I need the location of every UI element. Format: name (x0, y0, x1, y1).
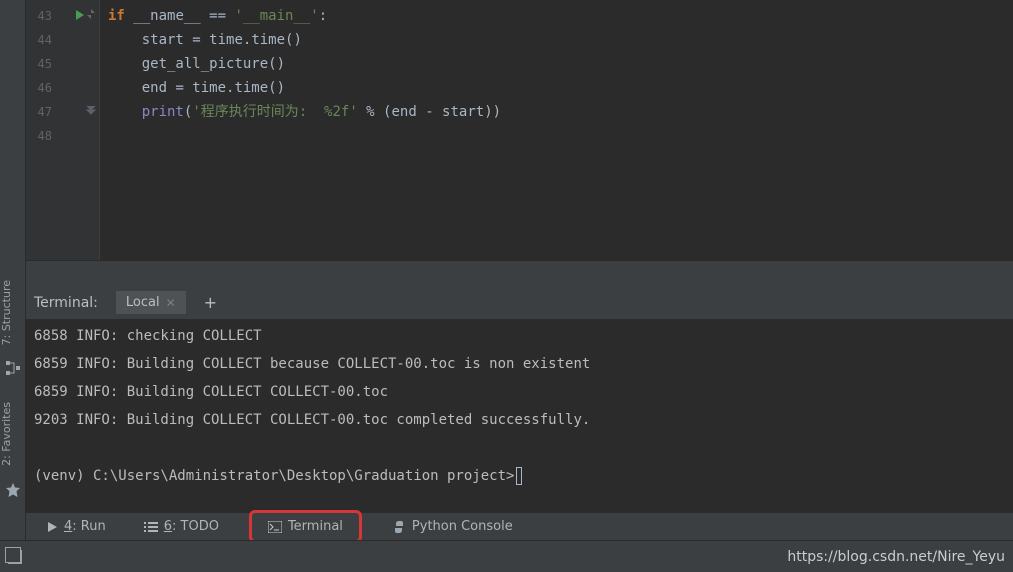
add-terminal-button[interactable]: + (204, 293, 217, 312)
line-number: 43 (26, 4, 60, 28)
structure-icon (5, 360, 21, 376)
code-line[interactable]: get_all_picture() (108, 52, 1013, 76)
terminal-line: 9203 INFO: Building COLLECT COLLECT-00.t… (34, 410, 1005, 438)
line-number: 48 (26, 124, 60, 148)
terminal-line (34, 438, 1005, 466)
panel-splitter[interactable] (26, 260, 1013, 286)
code-line[interactable]: start = time.time() (108, 28, 1013, 52)
left-tool-strip: 7: Structure 2: Favorites (0, 0, 26, 540)
code-line[interactable]: if __name__ == '__main__': (108, 4, 1013, 28)
python-console-tool-button[interactable]: Python Console (384, 517, 521, 536)
code-line[interactable]: print('程序执行时间为: %2f' % (end - start)) (108, 100, 1013, 124)
method-end-marker-icon (84, 103, 98, 117)
star-icon (5, 482, 21, 498)
code-line[interactable] (108, 124, 1013, 148)
terminal-header-label: Terminal: (34, 295, 98, 311)
line-number: 45 (26, 52, 60, 76)
line-number-gutter: 434445464748 (26, 0, 60, 260)
python-console-label: Python Console (412, 519, 513, 534)
line-number: 47 (26, 100, 60, 124)
gutter-icon-strip (60, 0, 100, 260)
terminal-line: 6858 INFO: checking COLLECT (34, 326, 1005, 354)
terminal-line: (venv) C:\Users\Administrator\Desktop\Gr… (34, 466, 1005, 494)
close-icon[interactable]: ✕ (166, 296, 176, 310)
run-gutter-icon[interactable] (76, 10, 84, 20)
run-tool-button[interactable]: 4: Run (38, 517, 114, 536)
line-number: 46 (26, 76, 60, 100)
terminal-tabs: Terminal: Local ✕ + (26, 286, 1013, 320)
code-line[interactable]: end = time.time() (108, 76, 1013, 100)
terminal-tab-local[interactable]: Local ✕ (116, 291, 186, 314)
terminal-label: Terminal (288, 519, 343, 534)
favorites-tool-label[interactable]: 2: Favorites (0, 402, 26, 466)
terminal-tool-button[interactable]: Terminal (249, 510, 362, 543)
todo-label: : TODO (172, 519, 219, 534)
todo-tool-button[interactable]: 6: TODO (136, 517, 227, 536)
terminal-output[interactable]: 6858 INFO: checking COLLECT6859 INFO: Bu… (26, 320, 1013, 512)
windows-icon[interactable] (8, 550, 22, 564)
bottom-tool-window-bar: 4: Run 6: TODO Terminal Python Console (26, 512, 1013, 540)
code-area[interactable]: if __name__ == '__main__': start = time.… (100, 0, 1013, 260)
run-label: : Run (72, 519, 105, 534)
terminal-caret (516, 467, 522, 485)
terminal-line: 6859 INFO: Building COLLECT because COLL… (34, 354, 1005, 382)
method-marker-icon (84, 7, 98, 21)
list-icon (144, 521, 158, 533)
todo-shortcut: 6 (164, 519, 172, 534)
play-icon (46, 521, 58, 533)
status-bar: https://blog.csdn.net/Nire_Yeyu (0, 540, 1013, 572)
terminal-line: 6859 INFO: Building COLLECT COLLECT-00.t… (34, 382, 1005, 410)
status-right-text: https://blog.csdn.net/Nire_Yeyu (787, 549, 1005, 565)
terminal-icon (268, 521, 282, 533)
code-editor[interactable]: 434445464748 if __name__ == '__main__': … (26, 0, 1013, 260)
line-number: 44 (26, 28, 60, 52)
structure-tool-label[interactable]: 7: Structure (0, 280, 26, 345)
terminal-tab-label: Local (126, 295, 160, 310)
python-icon (392, 520, 406, 534)
